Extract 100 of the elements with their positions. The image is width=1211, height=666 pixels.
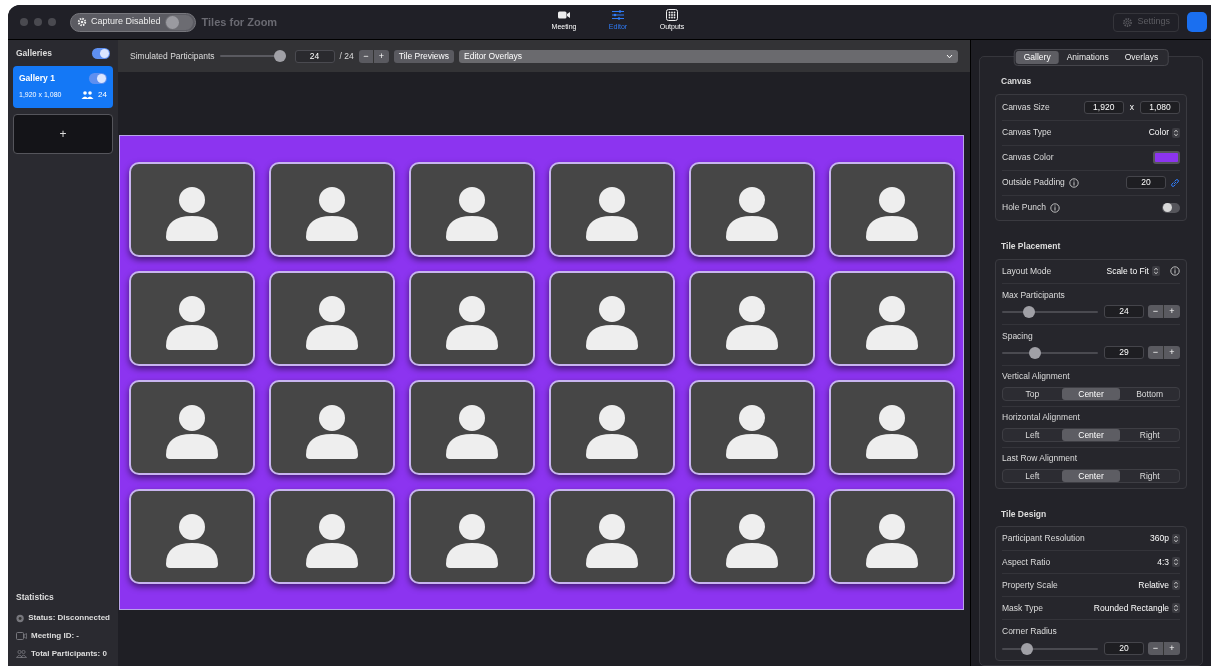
- setting-label: Layout Mode: [1002, 264, 1052, 278]
- person-icon: [864, 403, 919, 459]
- select-control[interactable]: 360p: [1150, 532, 1180, 546]
- section-title: Tile Placement: [1000, 239, 1062, 253]
- person-icon: [584, 512, 639, 568]
- segment-option[interactable]: Center: [1061, 469, 1121, 482]
- gallery-name: Gallery 1: [19, 72, 55, 86]
- person-icon: [864, 512, 919, 568]
- number-field[interactable]: 20: [1126, 176, 1166, 190]
- panel-tab[interactable]: Overlays: [1116, 51, 1167, 64]
- slider[interactable]: [1002, 305, 1098, 318]
- setting-label: Outside Padding: [1002, 176, 1065, 190]
- person-icon: [304, 512, 359, 568]
- setting-label: Participant Resolution: [1002, 532, 1085, 546]
- decrement-button[interactable]: −: [1148, 642, 1164, 656]
- slider-thumb[interactable]: [1023, 305, 1035, 318]
- gear-icon: [77, 17, 87, 27]
- section-title: Canvas: [1000, 75, 1033, 88]
- color-swatch[interactable]: [1153, 151, 1180, 165]
- gallery-toggle[interactable]: [89, 73, 107, 85]
- chevrons-icon: [1172, 557, 1180, 568]
- segment-option[interactable]: Left: [1003, 469, 1062, 482]
- segment-option[interactable]: Left: [1003, 428, 1062, 441]
- person-icon: [584, 403, 639, 459]
- capture-toggle[interactable]: Capture Disabled: [70, 12, 196, 32]
- number-field[interactable]: 24: [1104, 305, 1144, 319]
- slider-thumb[interactable]: [273, 50, 286, 62]
- setting-label: Canvas Size: [1002, 100, 1050, 114]
- slider-thumb[interactable]: [1021, 642, 1034, 655]
- separator-text: x: [1128, 100, 1135, 114]
- chevrons-icon: [1172, 533, 1180, 544]
- app-icon[interactable]: [1187, 12, 1207, 32]
- slider-thumb[interactable]: [1028, 346, 1041, 359]
- statistic-text: Status: Disconnected: [28, 612, 110, 624]
- people-icon: [16, 650, 27, 658]
- select-control[interactable]: Rounded Rectangle: [1093, 601, 1180, 615]
- person-icon: [584, 294, 639, 350]
- segment-option[interactable]: Top: [1003, 387, 1062, 400]
- person-icon: [724, 185, 779, 241]
- total-label: / 24: [339, 49, 354, 63]
- tile-previews-button[interactable]: Tile Previews: [393, 49, 454, 63]
- participant-count: 24: [98, 89, 107, 102]
- slider[interactable]: [1002, 346, 1098, 359]
- segment-option[interactable]: Bottom: [1120, 387, 1179, 400]
- increment-button[interactable]: +: [1164, 642, 1180, 656]
- chevron-down-icon: [946, 53, 953, 59]
- setting-label: Property Scale: [1002, 578, 1058, 592]
- select-control[interactable]: Scale to Fit: [1106, 264, 1160, 278]
- add-gallery-button[interactable]: +: [13, 113, 113, 154]
- chevrons-icon: [1172, 603, 1180, 614]
- number-field[interactable]: 20: [1104, 642, 1144, 656]
- setting-label: Last Row Alignment: [1002, 452, 1078, 465]
- number-field[interactable]: 24: [294, 49, 335, 63]
- panel-tab[interactable]: Animations: [1058, 51, 1117, 64]
- statistic-text: Meeting ID: -: [31, 630, 79, 642]
- people-icon: [81, 91, 95, 100]
- increment-button[interactable]: +: [1164, 305, 1180, 319]
- status-icon: [16, 613, 25, 623]
- setting-label: Aspect Ratio: [1002, 555, 1051, 569]
- link-icon: [1170, 177, 1180, 188]
- window-title: Tiles for Zoom: [201, 14, 278, 30]
- select-control[interactable]: Relative: [1138, 578, 1180, 592]
- increment-button[interactable]: +: [1164, 346, 1180, 360]
- overlay-dropdown[interactable]: Editor Overlays: [459, 49, 958, 63]
- switch-toggle[interactable]: [1162, 202, 1180, 213]
- person-icon: [444, 512, 499, 568]
- video-camera-icon: [16, 632, 27, 640]
- slider[interactable]: [219, 50, 286, 62]
- number-field[interactable]: 29: [1104, 346, 1144, 360]
- person-icon: [304, 294, 359, 350]
- segment-option[interactable]: Right: [1120, 469, 1179, 482]
- width-field[interactable]: 1,920: [1083, 100, 1124, 114]
- galleries-toggle[interactable]: [92, 47, 110, 59]
- select-control[interactable]: 4:3: [1157, 555, 1180, 569]
- person-icon: [864, 294, 919, 350]
- chevrons-icon: [1172, 580, 1180, 591]
- person-icon: [164, 294, 219, 350]
- statistic-text: Total Participants: 0: [31, 648, 107, 660]
- decrement-button[interactable]: −: [358, 49, 374, 63]
- setting-label: Spacing: [1002, 329, 1033, 343]
- person-icon: [724, 403, 779, 459]
- video-camera-icon: [557, 9, 571, 21]
- person-icon: [164, 512, 219, 568]
- slider[interactable]: [1002, 642, 1098, 655]
- chevrons-icon: [1152, 266, 1160, 276]
- select-control[interactable]: Color: [1148, 126, 1180, 140]
- person-icon: [164, 403, 219, 459]
- height-field[interactable]: 1,080: [1140, 100, 1180, 114]
- section-title: Statistics: [16, 591, 55, 604]
- decrement-button[interactable]: −: [1148, 305, 1164, 319]
- increment-button[interactable]: +: [373, 49, 389, 63]
- segment-option[interactable]: Center: [1061, 387, 1121, 400]
- segment-option[interactable]: Center: [1061, 428, 1121, 441]
- segment-option[interactable]: Right: [1120, 428, 1179, 441]
- settings-icon: [1122, 16, 1134, 28]
- panel-tab[interactable]: Gallery: [1015, 51, 1059, 64]
- person-icon: [304, 403, 359, 459]
- setting-label: Max Participants: [1002, 288, 1065, 302]
- person-icon: [444, 294, 499, 350]
- decrement-button[interactable]: −: [1148, 346, 1164, 360]
